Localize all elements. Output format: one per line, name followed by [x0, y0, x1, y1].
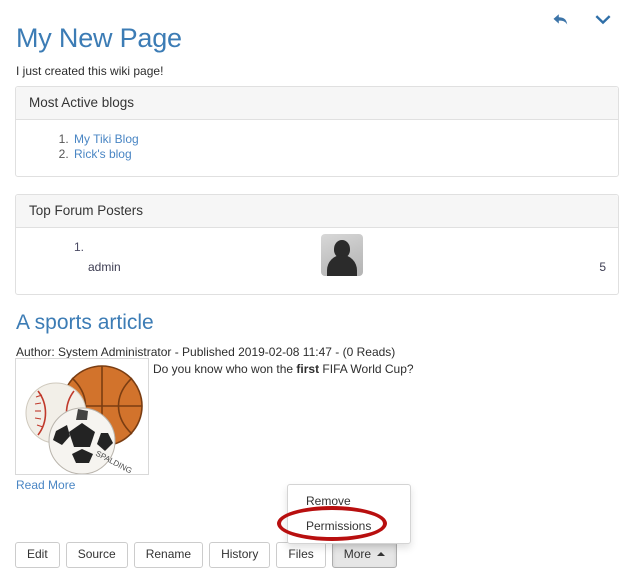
page-actions	[551, 10, 613, 30]
poster-name[interactable]: admin	[88, 260, 121, 274]
page-toolbar: Edit Source Rename History Files More	[15, 542, 397, 568]
article-meta: Author: System Administrator - Published…	[16, 345, 395, 359]
caret-up-icon	[377, 552, 385, 556]
dropdown-item-permissions[interactable]: Permissions	[288, 514, 410, 539]
article-thumbnail[interactable]: SPALDING	[15, 358, 149, 475]
panel-heading-forum: Top Forum Posters	[16, 195, 618, 228]
article-lead-prefix: Do you know who won the	[153, 362, 296, 376]
history-button[interactable]: History	[209, 542, 270, 568]
reply-arrow-icon[interactable]	[551, 10, 571, 30]
panel-body-blogs: My Tiki Blog Rick's blog	[16, 120, 618, 176]
blog-list: My Tiki Blog Rick's blog	[29, 132, 605, 162]
blog-link-my-tiki-blog[interactable]: My Tiki Blog	[74, 132, 139, 146]
chevron-down-icon[interactable]	[593, 10, 613, 30]
page-title: My New Page	[16, 22, 182, 54]
read-more-link[interactable]: Read More	[16, 478, 75, 492]
article-lead-suffix: FIFA World Cup?	[319, 362, 413, 376]
panel-most-active-blogs: Most Active blogs My Tiki Blog Rick's bl…	[15, 86, 619, 177]
panel-top-forum-posters: Top Forum Posters 1. admin 5	[15, 194, 619, 295]
poster-rank: 1.	[74, 240, 84, 254]
poster-post-count: 5	[599, 260, 606, 274]
files-button[interactable]: Files	[276, 542, 325, 568]
source-button[interactable]: Source	[66, 542, 128, 568]
more-button[interactable]: More	[332, 542, 397, 568]
list-item: My Tiki Blog	[72, 132, 605, 147]
article-title[interactable]: A sports article	[16, 310, 154, 335]
panel-body-forum: 1. admin 5	[16, 228, 618, 294]
more-button-label: More	[344, 547, 371, 562]
page-subtitle: I just created this wiki page!	[16, 64, 163, 78]
avatar-body	[327, 255, 357, 276]
edit-button[interactable]: Edit	[15, 542, 60, 568]
rename-button[interactable]: Rename	[134, 542, 203, 568]
more-dropdown-menu: Remove Permissions	[287, 484, 411, 544]
wiki-page: My New Page I just created this wiki pag…	[0, 0, 629, 588]
article-lead-bold: first	[296, 362, 319, 376]
default-avatar-icon	[321, 234, 363, 276]
blog-link-ricks-blog[interactable]: Rick's blog	[74, 147, 132, 161]
article-lead: Do you know who won the first FIFA World…	[153, 362, 414, 376]
list-item: Rick's blog	[72, 147, 605, 162]
panel-heading-blogs: Most Active blogs	[16, 87, 618, 120]
dropdown-item-remove[interactable]: Remove	[288, 489, 410, 514]
